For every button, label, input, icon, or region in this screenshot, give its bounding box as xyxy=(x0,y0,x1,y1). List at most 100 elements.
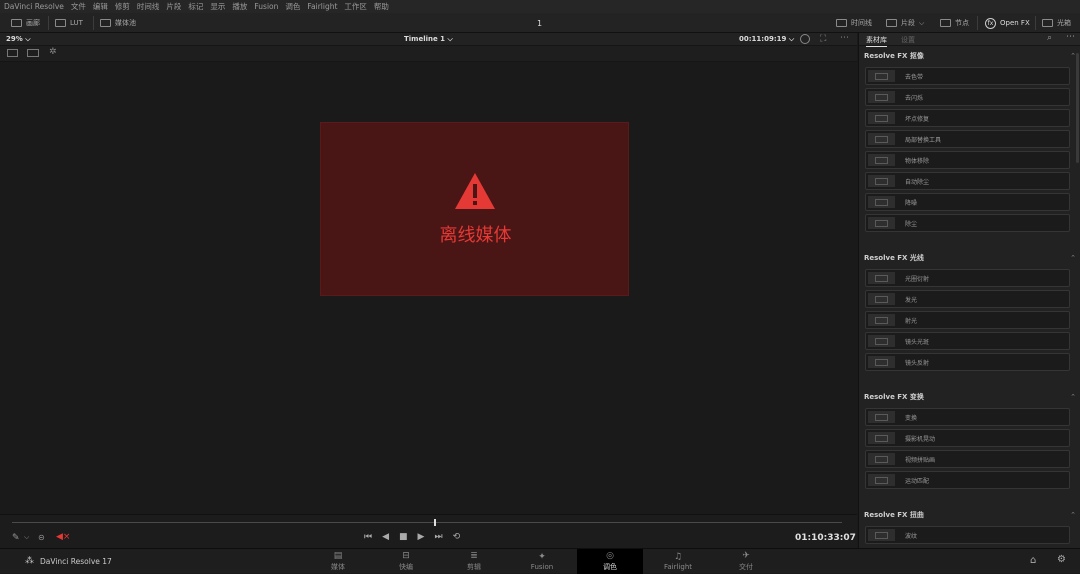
viewer-tools: ✲ xyxy=(0,46,857,62)
sync-icon[interactable]: ⊝ xyxy=(38,533,45,542)
home-icon[interactable]: ⌂ xyxy=(1030,555,1036,566)
fx-item[interactable]: 运动匹配 xyxy=(865,471,1070,489)
jump-end-icon[interactable]: ⏭ xyxy=(434,532,442,542)
chevron-down-icon[interactable]: ⌵ xyxy=(24,533,29,542)
fx-item[interactable]: 光圈衍射 xyxy=(865,269,1070,287)
fx-item[interactable]: 摄影机晃动 xyxy=(865,429,1070,447)
menu-item[interactable]: Fairlight xyxy=(307,2,337,11)
clips-button[interactable]: 片段 ⌵ xyxy=(886,17,924,29)
highlight-icon[interactable]: ✲ xyxy=(49,47,57,57)
stop-icon[interactable]: ■ xyxy=(399,532,408,542)
fx-item[interactable]: 自动除尘 xyxy=(865,172,1070,190)
tab-library[interactable]: 素材库 xyxy=(866,35,887,47)
color-wheel-icon[interactable] xyxy=(800,34,810,44)
media-pool-button[interactable]: 媒体池 xyxy=(100,17,136,29)
page-tab[interactable]: ◎ 调色 xyxy=(577,549,643,574)
page-tab[interactable]: ✈ 交付 xyxy=(713,549,779,574)
section-header[interactable]: Resolve FX 变换 ⌃ xyxy=(864,390,1076,404)
fx-item[interactable]: 发光 xyxy=(865,290,1070,308)
settings-gear-icon[interactable]: ⚙ xyxy=(1057,554,1066,565)
menu-item[interactable]: 播放 xyxy=(232,1,247,12)
page-tab-label: 剪辑 xyxy=(467,563,481,571)
fx-thumbnail-icon xyxy=(868,133,895,145)
page-tab[interactable]: ▤ 媒体 xyxy=(305,549,371,574)
page-tab[interactable]: ♫ Fairlight xyxy=(645,549,711,574)
menu-item[interactable]: 工作区 xyxy=(344,1,367,12)
fx-label: 波纹 xyxy=(905,532,918,540)
chevron-up-icon[interactable]: ⌃ xyxy=(1070,511,1076,519)
fx-item[interactable]: 波纹 xyxy=(865,526,1070,544)
fx-item[interactable]: 物体移除 xyxy=(865,151,1070,169)
fx-item[interactable]: 降噪 xyxy=(865,193,1070,211)
fx-thumbnail-icon xyxy=(868,217,895,229)
more-options-icon[interactable]: ⋯ xyxy=(1066,32,1075,42)
zoom-dropdown[interactable]: 29% ⌵ xyxy=(6,35,31,44)
nodes-button[interactable]: 节点 xyxy=(940,17,969,29)
fx-item[interactable]: 局部替换工具 xyxy=(865,130,1070,148)
fx-label: 除尘 xyxy=(905,220,918,228)
scrub-bar[interactable] xyxy=(12,522,842,523)
menu-item[interactable]: 修剪 xyxy=(115,1,130,12)
fx-item[interactable]: 视频拼贴画 xyxy=(865,450,1070,468)
fx-item[interactable]: 去色带 xyxy=(865,67,1070,85)
fx-item[interactable]: 除尘 xyxy=(865,214,1070,232)
menu-item[interactable]: 显示 xyxy=(210,1,225,12)
menu-item[interactable]: Fusion xyxy=(254,2,278,11)
panel-scrollbar[interactable] xyxy=(1076,53,1079,163)
menu-item[interactable]: 文件 xyxy=(71,1,86,12)
openfx-button[interactable]: fx Open FX xyxy=(985,17,1030,29)
fx-thumbnail-icon xyxy=(868,272,895,284)
menu-item[interactable]: 标记 xyxy=(188,1,203,12)
fx-thumbnail-icon xyxy=(868,154,895,166)
page-tab[interactable]: ⊟ 快编 xyxy=(373,549,439,574)
lut-button[interactable]: LUT xyxy=(55,17,83,29)
fx-item[interactable]: 射光 xyxy=(865,311,1070,329)
menu-item[interactable]: 编辑 xyxy=(93,1,108,12)
fullscreen-icon[interactable]: ⛶ xyxy=(820,34,826,44)
gallery-button[interactable]: 画廊 xyxy=(11,17,40,29)
timeline-dropdown[interactable]: Timeline 1 ⌵ xyxy=(404,35,453,44)
loop-icon[interactable]: ⟲ xyxy=(453,532,461,542)
section-header[interactable]: Resolve FX 光线 ⌃ xyxy=(864,251,1076,265)
menu-item[interactable]: 调色 xyxy=(285,1,300,12)
warning-icon xyxy=(455,173,495,209)
fx-label: 坏点修复 xyxy=(905,115,930,123)
more-options-icon[interactable]: ⋯ xyxy=(840,33,849,43)
menu-item[interactable]: 时间线 xyxy=(137,1,160,12)
page-tab-label: 交付 xyxy=(739,563,753,571)
search-icon[interactable]: ⌕ xyxy=(1047,33,1052,43)
fx-item[interactable]: 去闪烁 xyxy=(865,88,1070,106)
play-reverse-icon[interactable]: ◀ xyxy=(382,532,389,542)
fx-item[interactable]: 镜头反射 xyxy=(865,353,1070,371)
timeline-button[interactable]: 时间线 xyxy=(836,17,872,29)
split-screen-icon[interactable] xyxy=(7,49,18,57)
timeline-icon xyxy=(836,19,847,27)
viewer-mode-icon[interactable] xyxy=(27,49,39,57)
chevron-up-icon[interactable]: ⌃ xyxy=(1070,52,1076,60)
fx-item[interactable]: 坏点修复 xyxy=(865,109,1070,127)
viewer-header: 29% ⌵ Timeline 1 ⌵ 00:11:09:19 ⌵ ⛶ ⋯ xyxy=(0,33,857,46)
fx-item[interactable]: 镜头光斑 xyxy=(865,332,1070,350)
eyedropper-icon[interactable]: ✎ xyxy=(12,533,20,543)
section-header[interactable]: Resolve FX 扭曲 ⌃ xyxy=(864,508,1076,522)
lightbox-button[interactable]: 光箱 xyxy=(1042,17,1071,29)
play-icon[interactable]: ▶ xyxy=(418,532,425,542)
chevron-up-icon[interactable]: ⌃ xyxy=(1070,393,1076,401)
fx-label: 光圈衍射 xyxy=(905,275,930,283)
deliver-page-icon: ✈ xyxy=(742,551,750,561)
section-header[interactable]: Resolve FX 抠像 ⌃ xyxy=(864,49,1076,63)
top-toolbar: 画廊 LUT 媒体池 1 时间线 片段 ⌵ 节点 fx Open FX 光箱 xyxy=(0,13,1080,33)
menu-item[interactable]: 帮助 xyxy=(374,1,389,12)
menu-item[interactable]: DaVinci Resolve xyxy=(4,2,64,11)
menu-item[interactable]: 片段 xyxy=(166,1,181,12)
source-timecode[interactable]: 00:11:09:19 ⌵ xyxy=(739,35,794,44)
tab-settings[interactable]: 设置 xyxy=(901,35,915,45)
jump-start-icon[interactable]: ⏮ xyxy=(364,532,372,542)
playhead[interactable] xyxy=(434,519,436,526)
fx-item[interactable]: 变换 xyxy=(865,408,1070,426)
mute-icon[interactable]: ◀× xyxy=(56,532,70,542)
chevron-up-icon[interactable]: ⌃ xyxy=(1070,254,1076,262)
app-logo: ⁂ DaVinci Resolve 17 xyxy=(25,556,112,566)
page-tab[interactable]: ≣ 剪辑 xyxy=(441,549,507,574)
page-tab[interactable]: ✦ Fusion xyxy=(509,549,575,574)
